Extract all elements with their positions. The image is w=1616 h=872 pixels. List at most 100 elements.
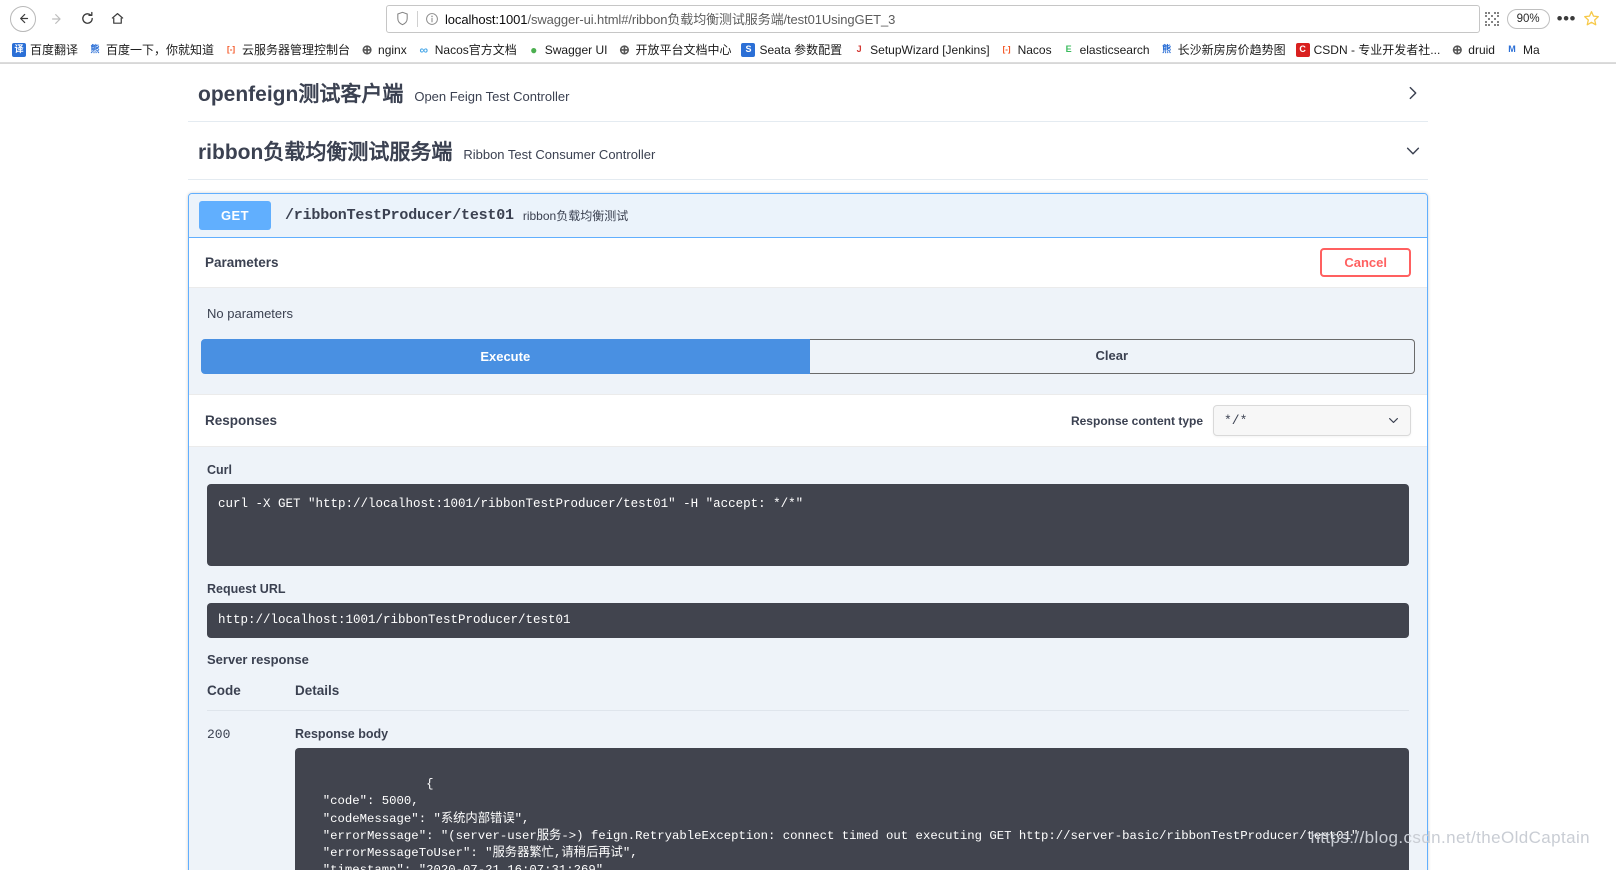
chevron-down-icon (1389, 417, 1398, 424)
responses-title: Responses (205, 413, 278, 428)
zoom-level-badge[interactable]: 90% (1506, 8, 1550, 29)
parameters-header: Parameters Cancel (189, 238, 1427, 288)
tag-header-openfeign[interactable]: openfeign测试客户端 Open Feign Test Controlle… (188, 64, 1428, 121)
bookmark-item[interactable]: ⊕ nginx (356, 41, 413, 59)
response-body-label: Response body (295, 727, 389, 741)
bookmark-label: 长沙新房房价趋势图 (1177, 43, 1286, 57)
tag-description: Open Feign Test Controller (414, 89, 570, 104)
bookmark-item[interactable]: ● Swagger UI (523, 41, 614, 59)
swagger-page: openfeign测试客户端 Open Feign Test Controlle… (0, 64, 1616, 870)
tag-description: Ribbon Test Consumer Controller (463, 147, 656, 162)
operation-summary-text: ribbon负载均衡测试 (522, 209, 629, 223)
bookmark-label: Nacos官方文档 (434, 43, 517, 57)
bookmark-item[interactable]: Eelasticsearch (1058, 41, 1156, 59)
bookmark-label: 百度一下，你就知道 (106, 43, 215, 57)
tag-section-openfeign: openfeign测试客户端 Open Feign Test Controlle… (188, 64, 1428, 122)
curl-command-box[interactable]: curl -X GET "http://localhost:1001/ribbo… (207, 484, 1409, 566)
bookmark-item[interactable]: [-] 云服务器管理控制台 (220, 39, 356, 60)
address-divider (417, 10, 418, 27)
cancel-button[interactable]: Cancel (1320, 248, 1411, 277)
bookmark-favicon-icon: S (741, 42, 756, 57)
response-content-type-select[interactable]: */* (1213, 405, 1411, 436)
bookmark-label: Swagger UI (544, 42, 608, 57)
response-body-json: { "code": 5000, "codeMessage": "系统内部错误",… (322, 777, 1366, 870)
tag-title: openfeign测试客户端 (198, 83, 404, 106)
response-col-details: Details (295, 683, 340, 698)
request-url-label: Request URL (207, 582, 286, 596)
operation-summary-row[interactable]: GET /ribbonTestProducer/test01 ribbon负载均… (189, 194, 1427, 238)
bookmark-label: Nacos (1017, 42, 1052, 57)
parameters-title: Parameters (205, 255, 279, 270)
bookmark-label: CSDN - 专业开发者社... (1313, 43, 1441, 57)
bookmark-favicon-icon: ⊕ (361, 42, 373, 57)
response-body-box[interactable]: { "code": 5000, "codeMessage": "系统内部错误",… (295, 748, 1409, 870)
bookmark-item[interactable]: ⊕ druid (1446, 41, 1501, 59)
bookmark-label: Ma (1522, 42, 1540, 57)
execute-clear-row: Execute Clear (189, 339, 1427, 394)
tag-title: ribbon负载均衡测试服务端 (198, 141, 453, 164)
bookmark-item[interactable]: [-] Nacos (996, 41, 1058, 59)
request-url-box[interactable]: http://localhost:1001/ribbonTestProducer… (207, 603, 1409, 638)
bookmark-label: 百度翻译 (30, 43, 79, 57)
bookmark-favicon-icon: M (1508, 44, 1516, 54)
responses-header: Responses Response content type */* (189, 394, 1427, 447)
table-row: 200 Response body { "code": 5000, "codeM… (207, 711, 1409, 870)
bookmark-item[interactable]: ⊕ 开放平台文档中心 (613, 39, 737, 60)
address-bar-actions: 90% ••• (1480, 8, 1600, 29)
bookmark-item[interactable]: S Seata 参数配置 (737, 39, 848, 60)
reload-button[interactable] (72, 4, 102, 34)
bookmark-label: Seata 参数配置 (759, 43, 843, 57)
no-parameters-text: No parameters (207, 306, 293, 321)
shield-icon (397, 11, 408, 26)
bookmark-item[interactable]: ∞ Nacos官方文档 (413, 39, 523, 60)
bookmark-item[interactable]: 熊百度一下，你就知道 (84, 39, 220, 60)
responses-body: Curl curl -X GET "http://localhost:1001/… (189, 447, 1427, 870)
response-col-code: Code (207, 683, 241, 698)
response-details-cell: Response body { "code": 5000, "codeMessa… (295, 727, 1409, 870)
qr-code-icon[interactable] (1484, 11, 1500, 27)
bookmark-label: elasticsearch (1079, 42, 1150, 57)
browser-toolbar: localhost:1001/swagger-ui.html#/ribbon负载… (0, 0, 1616, 37)
response-table-header: Code Details (207, 683, 1409, 711)
address-bar[interactable]: localhost:1001/swagger-ui.html#/ribbon负载… (386, 4, 1480, 33)
bookmark-label: 开放平台文档中心 (635, 43, 732, 57)
bookmark-favicon-icon: 熊 (1162, 44, 1172, 54)
parameters-body: No parameters (189, 288, 1427, 339)
clear-button[interactable]: Clear (809, 339, 1415, 374)
response-status-code: 200 (207, 727, 231, 742)
bookmark-favicon-icon: ∞ (419, 42, 429, 57)
server-response-label: Server response (207, 652, 309, 667)
bookmark-favicon-icon: [-] (227, 44, 236, 54)
response-content-type-label: Response content type (1070, 413, 1203, 428)
bookmark-favicon-icon: ● (530, 42, 538, 57)
bookmark-item[interactable]: 译百度翻译 (8, 39, 84, 60)
curl-label: Curl (207, 463, 232, 477)
bookmark-favicon-icon: [-] (1002, 44, 1011, 54)
bookmark-favicon-icon: 译 (12, 42, 26, 57)
tag-header-ribbon[interactable]: ribbon负载均衡测试服务端 Ribbon Test Consumer Con… (188, 122, 1428, 180)
chevron-right-icon[interactable] (1404, 84, 1422, 102)
star-icon[interactable] (1583, 10, 1600, 27)
bookmark-label: nginx (378, 42, 407, 57)
operation-path: /ribbonTestProducer/test01 (285, 207, 514, 224)
http-method-badge: GET (199, 201, 271, 230)
bookmark-item[interactable]: 熊长沙新房房价趋势图 (1156, 39, 1292, 60)
home-button[interactable] (102, 4, 132, 34)
bookmark-label: SetupWizard [Jenkins] (870, 42, 990, 57)
url-text: localhost:1001/swagger-ui.html#/ribbon负载… (445, 9, 895, 28)
bookmark-item[interactable]: M Ma (1501, 41, 1546, 59)
bookmark-label: druid (1468, 42, 1495, 57)
back-button[interactable] (10, 5, 36, 32)
url-path: /swagger-ui.html#/ribbon负载均衡测试服务端/test01… (527, 12, 896, 27)
bookmark-item[interactable]: C CSDN - 专业开发者社... (1292, 39, 1447, 60)
bookmark-favicon-icon: 熊 (90, 44, 100, 54)
browser-menu-icon[interactable]: ••• (1557, 10, 1576, 27)
tag-section-ribbon: ribbon负载均衡测试服务端 Ribbon Test Consumer Con… (188, 122, 1428, 180)
operation-body: Parameters Cancel No parameters Execute … (189, 238, 1427, 870)
execute-button[interactable]: Execute (201, 339, 810, 374)
bookmark-item[interactable]: J SetupWizard [Jenkins] (848, 41, 995, 59)
swagger-ui-root: openfeign测试客户端 Open Feign Test Controlle… (0, 64, 1616, 870)
info-circle-icon[interactable] (425, 12, 439, 26)
chevron-down-icon[interactable] (1404, 142, 1422, 160)
forward-button[interactable] (42, 4, 72, 34)
